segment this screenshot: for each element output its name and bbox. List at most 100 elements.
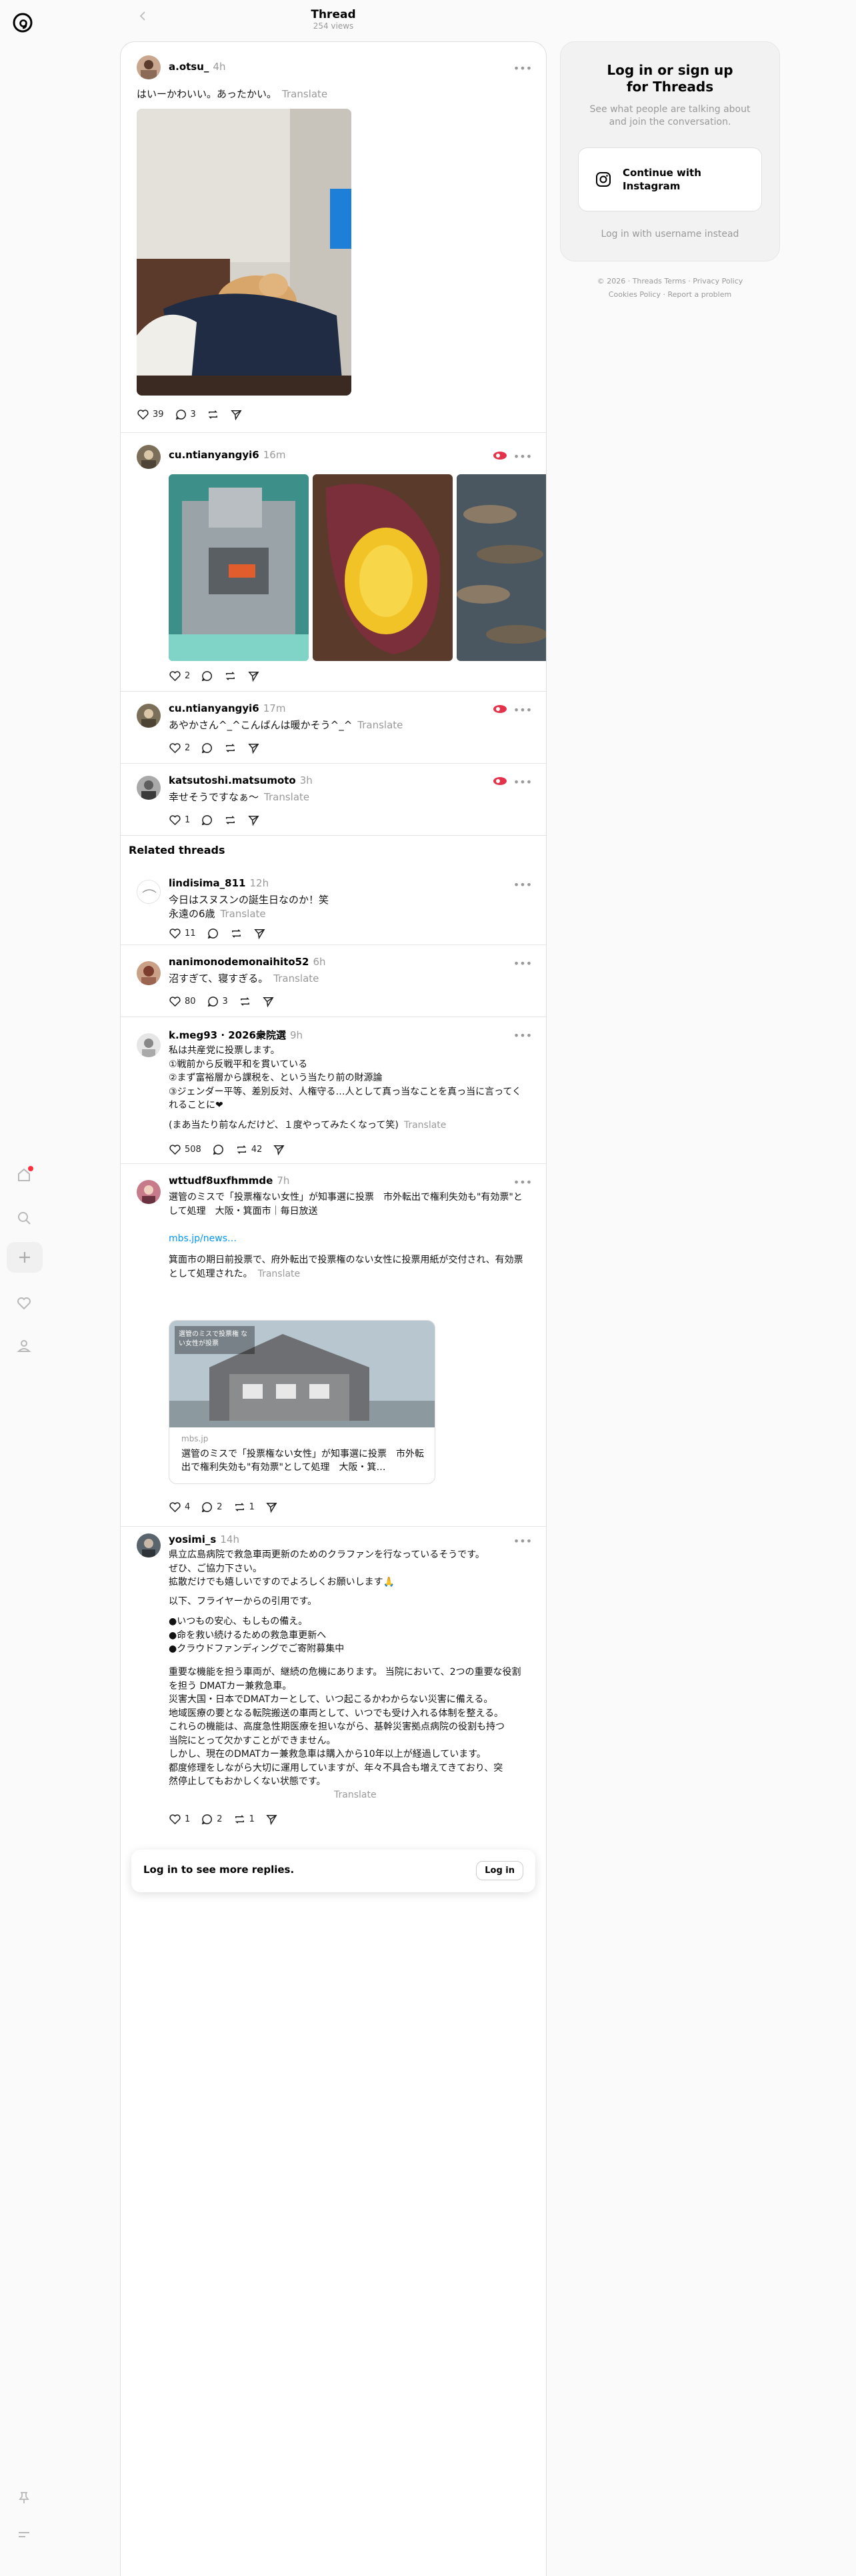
repost-button[interactable] bbox=[224, 742, 237, 754]
reply-button[interactable]: 2 bbox=[201, 1813, 223, 1826]
post-image[interactable] bbox=[457, 474, 546, 661]
like-button[interactable]: 1 bbox=[169, 814, 190, 826]
like-button[interactable]: 2 bbox=[169, 742, 190, 754]
avatar[interactable] bbox=[137, 1033, 161, 1057]
post-author[interactable]: k.meg93 · 2026衆院選 9h bbox=[169, 1028, 303, 1042]
more-options-icon[interactable]: ••• bbox=[513, 877, 532, 892]
profile-icon[interactable] bbox=[15, 1337, 33, 1355]
heart-icon bbox=[137, 409, 149, 420]
post-author[interactable]: cu.ntianyangyi6 16m bbox=[169, 449, 285, 461]
translate-link[interactable]: Translate bbox=[334, 1788, 377, 1802]
search-icon[interactable] bbox=[15, 1209, 33, 1227]
reply-button[interactable] bbox=[207, 927, 219, 940]
repost-button[interactable] bbox=[230, 927, 243, 940]
footer-line-2[interactable]: Cookies Policy · Report a problem bbox=[560, 288, 780, 301]
share-button[interactable] bbox=[262, 995, 275, 1008]
translate-link[interactable]: Translate bbox=[264, 791, 309, 803]
create-post-button[interactable] bbox=[7, 1242, 43, 1273]
like-button[interactable]: 80 bbox=[169, 995, 196, 1008]
share-button[interactable] bbox=[265, 1813, 278, 1826]
more-options-icon[interactable]: ••• bbox=[513, 1028, 532, 1043]
repost-icon bbox=[226, 815, 235, 824]
more-options-icon[interactable]: ••• bbox=[513, 702, 532, 717]
post-link[interactable]: mbs.jp/news… bbox=[169, 1232, 237, 1246]
post-author[interactable]: lindisima_811 12h bbox=[169, 877, 269, 889]
like-button[interactable]: 508 bbox=[169, 1143, 201, 1156]
more-options-icon[interactable]: ••• bbox=[513, 1175, 532, 1189]
home-icon[interactable] bbox=[15, 1166, 33, 1185]
avatar[interactable] bbox=[137, 1533, 161, 1557]
footer-line-1[interactable]: © 2026 · Threads Terms · Privacy Policy bbox=[560, 275, 780, 288]
reply-button[interactable] bbox=[201, 814, 213, 826]
more-options-icon[interactable]: ••• bbox=[513, 956, 532, 971]
more-options-icon[interactable]: ••• bbox=[513, 449, 532, 464]
notification-dot bbox=[28, 1166, 33, 1171]
login-panel-title: Log in or sign up for Threads bbox=[607, 62, 733, 95]
translate-link[interactable]: Translate bbox=[282, 88, 327, 100]
share-button[interactable] bbox=[273, 1143, 285, 1156]
repost-button[interactable] bbox=[224, 814, 237, 826]
login-button[interactable]: Log in bbox=[476, 1861, 523, 1880]
activity-heart-icon[interactable] bbox=[15, 1294, 33, 1313]
post-author[interactable]: wttudf8uxfhmmde 7h bbox=[169, 1175, 289, 1187]
reply-button[interactable]: 3 bbox=[207, 995, 228, 1008]
translate-link[interactable]: Translate bbox=[273, 973, 319, 985]
avatar[interactable] bbox=[137, 1180, 161, 1204]
threads-logo-icon[interactable] bbox=[11, 11, 35, 35]
reply-post: cu.ntianyangyi6 17m ••• あやかさん^_^こんばんは暖かそう… bbox=[121, 693, 546, 764]
post-author[interactable]: katsutoshi.matsumoto 3h bbox=[169, 774, 313, 786]
post-author[interactable]: cu.ntianyangyi6 17m bbox=[169, 702, 285, 714]
post-actions: 39 3 bbox=[137, 406, 243, 422]
like-button[interactable]: 11 bbox=[169, 927, 196, 940]
translate-link[interactable]: Translate bbox=[258, 1269, 301, 1279]
related-post: lindisima_811 12h ••• 今日はスヌスンの誕生日なのか！笑 永遠… bbox=[121, 865, 546, 945]
avatar[interactable] bbox=[137, 704, 161, 728]
repost-button[interactable]: 1 bbox=[233, 1501, 255, 1513]
pin-icon[interactable] bbox=[15, 2488, 33, 2507]
post-author[interactable]: nanimonodemonaihito52 6h bbox=[169, 956, 326, 968]
more-options-icon[interactable]: ••• bbox=[513, 774, 532, 789]
share-button[interactable] bbox=[247, 670, 260, 682]
post-image[interactable] bbox=[313, 474, 453, 661]
more-options-icon[interactable]: ••• bbox=[513, 1533, 532, 1548]
login-with-username-link[interactable]: Log in with username instead bbox=[561, 229, 779, 239]
like-button[interactable]: 39 bbox=[137, 408, 164, 421]
avatar[interactable] bbox=[137, 961, 161, 985]
like-button[interactable]: 2 bbox=[169, 670, 190, 682]
repost-button[interactable]: 1 bbox=[233, 1813, 255, 1826]
share-button[interactable] bbox=[230, 408, 243, 421]
post-image[interactable] bbox=[137, 109, 351, 396]
translate-link[interactable]: Translate bbox=[221, 908, 266, 920]
reply-button[interactable] bbox=[201, 742, 213, 754]
repost-icon bbox=[208, 410, 217, 419]
post-image[interactable] bbox=[169, 474, 309, 661]
share-button[interactable] bbox=[247, 814, 260, 826]
like-button[interactable]: 4 bbox=[169, 1501, 190, 1513]
repost-button[interactable] bbox=[239, 995, 251, 1008]
link-preview-title: 選管のミスで「投票権ない女性」が知事選に投票 市外転出で権利失効も"有効票"とし… bbox=[181, 1449, 424, 1473]
link-preview-card[interactable]: 選管のミスで投票権 ない女性が投票 mbs.jp 選管のミスで「投票権ない女性」… bbox=[169, 1320, 435, 1484]
post-author[interactable]: a.otsu_ 4h bbox=[169, 61, 225, 73]
more-options-icon[interactable]: ••• bbox=[513, 61, 532, 75]
like-button[interactable]: 1 bbox=[169, 1813, 190, 1826]
share-button[interactable] bbox=[253, 927, 266, 940]
reply-button[interactable]: 2 bbox=[201, 1501, 223, 1513]
avatar[interactable] bbox=[137, 445, 161, 469]
share-button[interactable] bbox=[265, 1501, 278, 1513]
reply-button[interactable] bbox=[212, 1143, 225, 1156]
repost-button[interactable] bbox=[224, 670, 237, 682]
menu-icon[interactable] bbox=[15, 2525, 33, 2544]
translate-link[interactable]: Translate bbox=[357, 719, 403, 731]
avatar[interactable] bbox=[137, 776, 161, 800]
reply-button[interactable] bbox=[201, 670, 213, 682]
continue-with-instagram-button[interactable]: Continue with Instagram bbox=[578, 147, 762, 211]
translate-link[interactable]: Translate bbox=[404, 1120, 447, 1131]
share-button[interactable] bbox=[247, 742, 260, 754]
repost-button[interactable] bbox=[207, 408, 219, 421]
post-text: 沼すぎて、寝すぎる。 Translate bbox=[169, 973, 319, 985]
post-author[interactable]: yosimi_s 14h bbox=[169, 1533, 239, 1545]
reply-button[interactable]: 3 bbox=[175, 408, 196, 421]
repost-button[interactable]: 42 bbox=[235, 1143, 262, 1156]
avatar[interactable] bbox=[137, 55, 161, 79]
avatar[interactable] bbox=[137, 880, 161, 904]
